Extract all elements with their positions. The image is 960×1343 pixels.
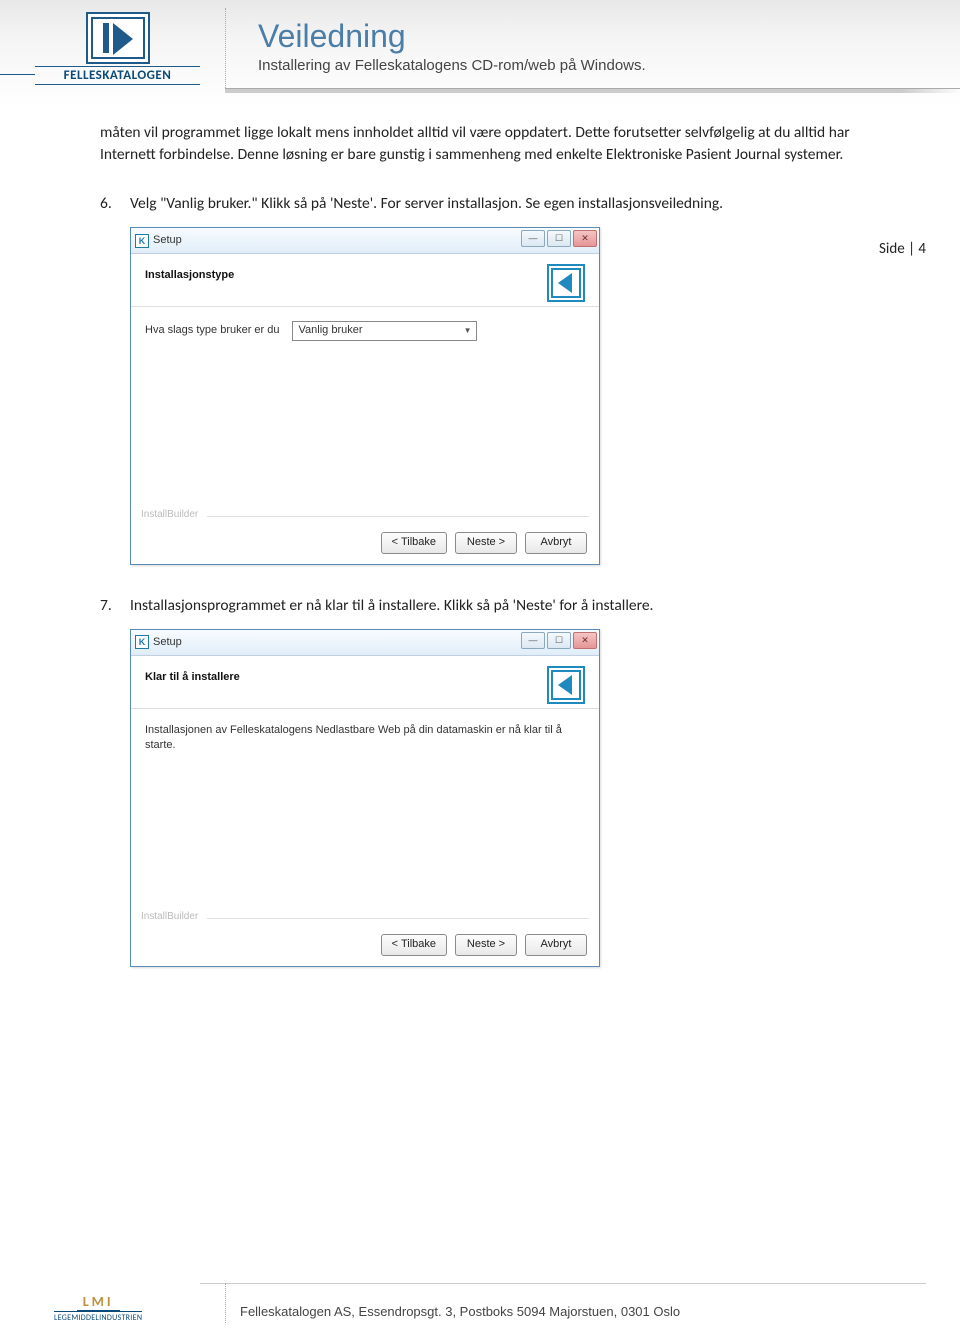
brand-k-icon [547, 264, 585, 302]
footer-address: Felleskatalogen AS, Essendropsgt. 3, Pos… [240, 1304, 680, 1319]
header-underline [225, 88, 960, 93]
step-number: 6. [100, 193, 130, 215]
logo-k-icon [86, 12, 150, 64]
chevron-down-icon: ▼ [464, 325, 472, 336]
dialog-body: Klar til å installere Installasjonen av … [131, 656, 599, 966]
header-banner: FELLESKATALOGEN Veiledning Installering … [0, 0, 960, 92]
dialog-body-text: Installasjonen av Felleskatalogens Nedla… [131, 709, 599, 754]
setup-dialog-installasjonstype: Setup — ☐ ✕ Installasjonstype Hva slags … [130, 227, 600, 565]
user-type-dropdown[interactable]: Vanlig bruker ▼ [292, 321, 477, 341]
window-title-text: Setup [153, 635, 182, 650]
header-separator [225, 8, 226, 92]
close-button[interactable]: ✕ [573, 632, 597, 649]
window-system-buttons: — ☐ ✕ [521, 230, 597, 247]
dialog-header: Klar til å installere [131, 656, 599, 709]
header-titles: Veiledning Installering av Felleskatalog… [258, 18, 646, 74]
lmi-text: LMI [77, 1293, 120, 1311]
lmi-subtext: LEGEMIDDELINDUSTRIEN [54, 1311, 142, 1323]
step-7: 7. Installasjonsprogrammet er nå klar ti… [100, 595, 880, 617]
doc-title: Veiledning [258, 18, 646, 55]
step-text: Velg "Vanlig bruker." Klikk så på 'Neste… [130, 193, 880, 215]
dialog-heading: Klar til å installere [145, 670, 240, 685]
doc-subtitle: Installering av Felleskatalogens CD-rom/… [258, 57, 646, 74]
maximize-button[interactable]: ☐ [547, 632, 571, 649]
dialog-button-row: < Tilbake Neste > Avbryt [381, 532, 587, 554]
minimize-button[interactable]: — [521, 230, 545, 247]
step-6: 6. Velg "Vanlig bruker." Klikk så på 'Ne… [100, 193, 880, 215]
back-button[interactable]: < Tilbake [381, 532, 447, 554]
page-footer: LMI LEGEMIDDELINDUSTRIEN Felleskatalogen… [0, 1283, 960, 1323]
lmi-logo: LMI LEGEMIDDELINDUSTRIEN [54, 1293, 142, 1323]
setup-dialog-klar-installere: Setup — ☐ ✕ Klar til å installere Instal… [130, 629, 600, 967]
window-system-buttons: — ☐ ✕ [521, 632, 597, 649]
installbuilder-label: InstallBuilder [141, 508, 198, 522]
content-area: måten vil programmet ligge lokalt mens i… [0, 122, 960, 967]
dialog-body: Installasjonstype Hva slags type bruker … [131, 254, 599, 564]
footer-separator [225, 1283, 226, 1323]
brand-k-icon [547, 666, 585, 704]
logo-felleskatalogen: FELLESKATALOGEN [35, 12, 200, 85]
back-button[interactable]: < Tilbake [381, 934, 447, 956]
window-titlebar: Setup — ☐ ✕ [131, 630, 599, 656]
logo-text: FELLESKATALOGEN [35, 66, 200, 85]
page-number: Side | 4 [879, 240, 926, 258]
footer-rule [200, 1283, 926, 1284]
dialog-heading: Installasjonstype [145, 268, 234, 283]
maximize-button[interactable]: ☐ [547, 230, 571, 247]
installbuilder-rule [207, 918, 589, 919]
installbuilder-label: InstallBuilder [141, 910, 198, 924]
installbuilder-rule [207, 516, 589, 517]
dropdown-value: Vanlig bruker [299, 323, 363, 338]
app-icon [135, 234, 149, 248]
window-titlebar: Setup — ☐ ✕ [131, 228, 599, 254]
step-number: 7. [100, 595, 130, 617]
minimize-button[interactable]: — [521, 632, 545, 649]
dialog-header: Installasjonstype [131, 254, 599, 307]
dialog-button-row: < Tilbake Neste > Avbryt [381, 934, 587, 956]
user-type-row: Hva slags type bruker er du Vanlig bruke… [145, 321, 585, 341]
close-button[interactable]: ✕ [573, 230, 597, 247]
window-title-text: Setup [153, 233, 182, 248]
cancel-button[interactable]: Avbryt [525, 532, 587, 554]
cancel-button[interactable]: Avbryt [525, 934, 587, 956]
app-icon [135, 635, 149, 649]
dialog-form: Hva slags type bruker er du Vanlig bruke… [131, 307, 599, 355]
step-text: Installasjonsprogrammet er nå klar til å… [130, 595, 880, 617]
intro-paragraph: måten vil programmet ligge lokalt mens i… [100, 122, 880, 165]
page: FELLESKATALOGEN Veiledning Installering … [0, 0, 960, 1343]
next-button[interactable]: Neste > [455, 934, 517, 956]
user-type-label: Hva slags type bruker er du [145, 323, 280, 338]
header-rule-left [0, 74, 35, 75]
next-button[interactable]: Neste > [455, 532, 517, 554]
